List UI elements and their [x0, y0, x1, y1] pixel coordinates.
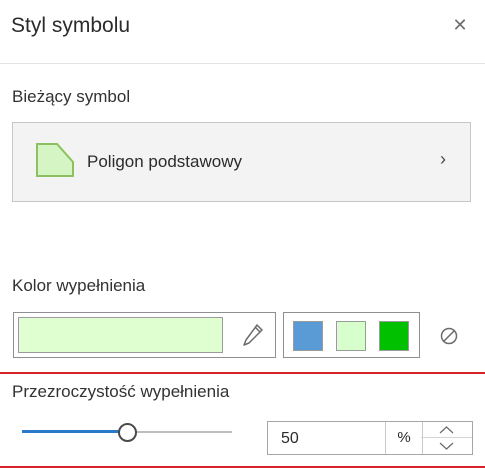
header-divider	[0, 63, 485, 64]
current-symbol-label: Bieżący symbol	[12, 87, 131, 106]
transparency-value[interactable]: 50	[281, 430, 299, 448]
chevron-right-icon: ›	[440, 149, 446, 169]
polygon-icon	[36, 143, 74, 177]
fill-transparency-label: Przezroczystość wypełnienia	[12, 382, 230, 401]
increment-button[interactable]	[421, 422, 472, 438]
fill-color-label: Kolor wypełnienia	[12, 276, 146, 295]
pencil-icon[interactable]	[242, 323, 264, 347]
close-icon[interactable]: ✕	[450, 13, 470, 37]
slider-fill	[22, 430, 120, 433]
decrement-button[interactable]	[421, 438, 472, 454]
transparency-input[interactable]: 50 %	[267, 421, 473, 455]
chevron-up-icon	[439, 426, 454, 434]
slider-thumb[interactable]	[118, 423, 137, 442]
transparency-unit: %	[385, 422, 423, 454]
panel-title: Styl symbolu	[11, 14, 131, 37]
fill-color-picker[interactable]	[13, 312, 276, 358]
highlight-border-top	[0, 372, 485, 374]
recent-color-blue[interactable]	[293, 321, 323, 351]
current-symbol-button[interactable]: Poligon podstawowy ›	[12, 122, 471, 202]
chevron-down-icon	[439, 442, 454, 450]
no-color-icon[interactable]	[440, 327, 458, 345]
recent-color-light-green[interactable]	[336, 321, 366, 351]
recent-color-green[interactable]	[379, 321, 409, 351]
transparency-slider[interactable]	[22, 420, 232, 444]
symbol-name: Poligon podstawowy	[87, 152, 242, 171]
fill-color-swatch[interactable]	[18, 317, 223, 353]
recent-colors	[283, 312, 420, 358]
transparency-stepper	[421, 422, 472, 454]
